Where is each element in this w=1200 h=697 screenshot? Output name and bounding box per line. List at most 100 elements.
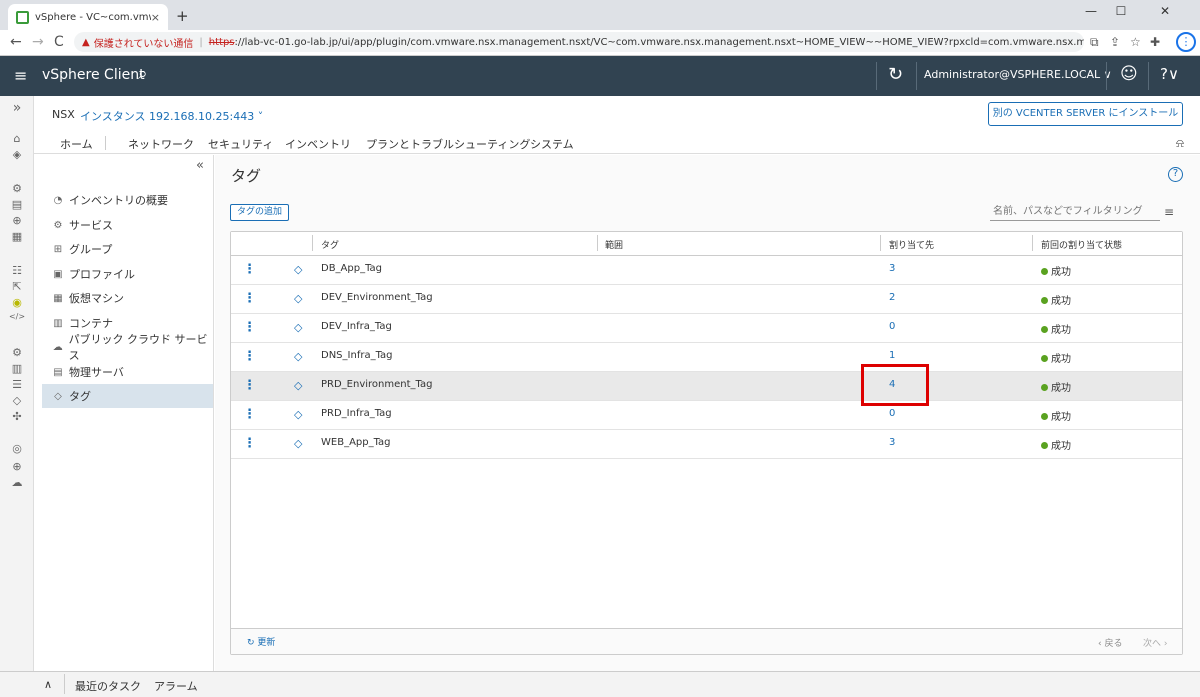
notification-bell-icon[interactable]: ⍾	[1176, 136, 1184, 151]
recent-tasks-tab[interactable]: 最近のタスク	[75, 678, 141, 694]
hamburger-menu-icon[interactable]: ≡	[14, 66, 27, 85]
collapse-sidebar-icon[interactable]: «	[196, 158, 204, 173]
browser-menu-button[interactable]: ⋮	[1176, 32, 1196, 52]
row-actions-icon[interactable]: ⋮	[243, 291, 256, 306]
browser-tab[interactable]: vSphere - VC~com.vmware.nsx.m ×	[8, 4, 168, 30]
sidebar-item-profiles[interactable]: ▣ プロファイル	[42, 262, 213, 286]
instance-selector[interactable]: インスタンス 192.168.10.25:443 ˅	[80, 108, 263, 124]
refresh-button[interactable]: ↻ 更新	[247, 635, 275, 648]
assigned-count-link[interactable]: 1	[889, 350, 895, 361]
workload-management-icon[interactable]: ⇱	[0, 280, 34, 293]
sidebar-item-label: 仮想マシン	[69, 292, 124, 305]
tag-icon: ◇	[294, 263, 303, 276]
help-menu-icon[interactable]: ?∨	[1160, 65, 1179, 83]
tags-attributes-icon[interactable]: ◇	[0, 394, 34, 407]
content-libraries-icon[interactable]: ☷	[0, 264, 34, 277]
search-icon[interactable]: ⌕	[138, 64, 148, 84]
help-icon[interactable]: ?	[1168, 167, 1183, 182]
new-tab-button[interactable]: +	[176, 7, 189, 25]
assigned-count-link[interactable]: 0	[889, 321, 895, 332]
sidebar-item-label: サービス	[69, 219, 113, 232]
status-text: 成功	[1051, 325, 1071, 336]
install-vcenter-button[interactable]: 別の VCENTER SERVER にインストール	[988, 102, 1183, 126]
tab-network[interactable]: ネットワーク	[128, 136, 194, 152]
sidebar-item-overview[interactable]: ◔ インベントリの概要	[42, 188, 213, 212]
networking-icon[interactable]: ▦	[0, 230, 34, 243]
column-divider	[1032, 235, 1033, 251]
reload-button[interactable]: C	[54, 34, 64, 50]
column-header-tag[interactable]: タグ	[321, 238, 339, 251]
extensions-icon[interactable]: ✚	[1150, 35, 1160, 49]
cloud-provider-icon[interactable]: ◉	[0, 296, 34, 309]
events-icon[interactable]: ☰	[0, 378, 34, 391]
success-status-icon	[1041, 268, 1048, 275]
tag-icon: ◇	[294, 292, 303, 305]
policies-profiles-icon[interactable]: ⚙	[0, 346, 34, 359]
row-actions-icon[interactable]: ⋮	[243, 378, 256, 393]
tab-close-icon[interactable]: ×	[151, 11, 160, 24]
tab-plan-troubleshoot[interactable]: プランとトラブルシューティング	[366, 136, 530, 152]
column-divider	[880, 235, 881, 251]
filter-input[interactable]	[990, 203, 1160, 221]
alarms-tab[interactable]: アラーム	[154, 678, 198, 694]
home-icon[interactable]: ⌂	[0, 132, 34, 145]
tab-home[interactable]: ホーム	[60, 136, 93, 152]
row-actions-icon[interactable]: ⋮	[243, 436, 256, 451]
window-maximize-button[interactable]: ☐	[1106, 4, 1136, 18]
assigned-count-link[interactable]: 3	[889, 263, 895, 274]
cloud-icon: ☁	[52, 341, 63, 353]
tab-system[interactable]: システム	[530, 136, 574, 152]
expand-navigator-icon[interactable]: »	[0, 100, 34, 116]
success-status-icon	[1041, 413, 1048, 420]
column-header-assigned[interactable]: 割り当て先	[889, 238, 934, 251]
developer-center-icon[interactable]: </>	[0, 312, 34, 321]
column-header-status[interactable]: 前回の割り当て状態	[1041, 238, 1122, 251]
auto-deploy-icon[interactable]: ▥	[0, 362, 34, 375]
assigned-count-link[interactable]: 2	[889, 292, 895, 303]
status-cell: 成功	[1041, 437, 1071, 452]
translate-icon[interactable]: ⧉	[1090, 35, 1099, 50]
vms-templates-icon[interactable]: ▤	[0, 198, 34, 211]
hosts-clusters-icon[interactable]: ⚙	[0, 182, 34, 195]
row-actions-icon[interactable]: ⋮	[243, 320, 256, 335]
tab-security[interactable]: セキュリティ	[208, 136, 273, 152]
sidebar-item-vms[interactable]: ▦ 仮想マシン	[42, 286, 213, 310]
prev-page-button[interactable]: ‹ 戻る	[1098, 636, 1122, 649]
sidebar-item-physical-servers[interactable]: ▤ 物理サーバ	[42, 360, 213, 384]
window-minimize-button[interactable]: —	[1076, 4, 1106, 18]
filter-options-icon[interactable]: ≡	[1164, 205, 1174, 219]
hcx-icon[interactable]: ⊕	[0, 460, 34, 473]
bookmark-star-icon[interactable]: ☆	[1130, 35, 1141, 49]
cloud-services-icon[interactable]: ☁	[0, 476, 34, 489]
success-status-icon	[1041, 326, 1048, 333]
tag-name: DEV_Infra_Tag	[321, 321, 392, 332]
back-button[interactable]: ←	[10, 34, 22, 50]
assigned-count-link[interactable]: 3	[889, 437, 895, 448]
address-bar[interactable]: ▲ 保護されていない通信 | https ://lab-vc-01.go-lab…	[74, 32, 1084, 52]
sidebar-item-groups[interactable]: ⊞ グループ	[42, 237, 213, 261]
sidebar-item-label: タグ	[69, 390, 91, 403]
lifecycle-manager-icon[interactable]: ✣	[0, 410, 34, 423]
row-actions-icon[interactable]: ⋮	[243, 407, 256, 422]
column-header-scope[interactable]: 範囲	[605, 238, 623, 251]
row-actions-icon[interactable]: ⋮	[243, 262, 256, 277]
share-icon[interactable]: ⇪	[1110, 35, 1120, 49]
expand-panel-icon[interactable]: ∧	[44, 678, 52, 691]
forward-button[interactable]: →	[32, 34, 44, 50]
storage-icon[interactable]: ⊕	[0, 214, 34, 227]
sidebar-item-tags[interactable]: ◇ タグ	[42, 384, 213, 408]
user-menu[interactable]: Administrator@VSPHERE.LOCAL ∨	[924, 68, 1112, 81]
sidebar-item-services[interactable]: ⚙ サービス	[42, 213, 213, 237]
nsx-plugin-icon[interactable]: ◎	[0, 442, 34, 458]
sidebar-item-public-cloud[interactable]: ☁ パブリック クラウド サービス	[42, 333, 213, 362]
next-page-button[interactable]: 次へ ›	[1143, 636, 1167, 649]
window-close-button[interactable]: ✕	[1150, 4, 1180, 18]
assigned-count-link[interactable]: 0	[889, 408, 895, 419]
feedback-icon[interactable]: ☺	[1120, 64, 1138, 84]
header-divider	[1148, 62, 1149, 90]
row-actions-icon[interactable]: ⋮	[243, 349, 256, 364]
add-tag-button[interactable]: タグの追加	[230, 204, 289, 221]
tag-name: PRD_Infra_Tag	[321, 408, 392, 419]
refresh-icon[interactable]: ↻	[888, 64, 903, 85]
shortcuts-icon[interactable]: ◈	[0, 148, 34, 161]
